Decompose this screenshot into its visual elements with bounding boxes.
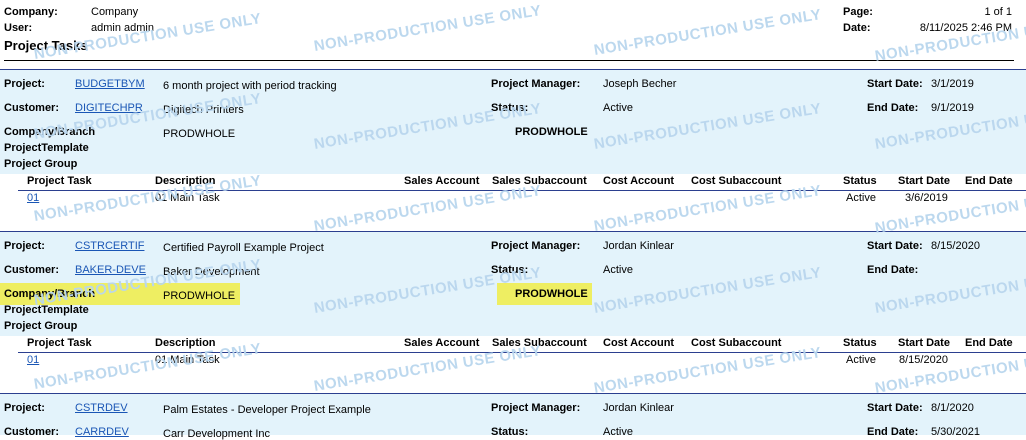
customer-name: Baker Development bbox=[163, 266, 260, 278]
watermark-text: NON-PRODUCTION USE ONLY bbox=[32, 10, 263, 63]
col-sales-subaccount: Sales Subaccount bbox=[492, 175, 587, 187]
task-id-link[interactable]: 01 bbox=[27, 354, 39, 366]
start-date-value: 3/1/2019 bbox=[931, 78, 974, 90]
task-status: Active bbox=[846, 354, 876, 366]
task-start-date: 3/6/2019 bbox=[905, 192, 948, 204]
col-description: Description bbox=[155, 175, 216, 187]
start-date-label: Start Date: bbox=[867, 240, 923, 252]
status-value: Active bbox=[603, 264, 633, 276]
company-label: Company: bbox=[4, 6, 58, 18]
project-manager-label: Project Manager: bbox=[491, 240, 581, 252]
company-branch-value: PRODWHOLE bbox=[163, 128, 236, 140]
company-branch-label: Company/Branch bbox=[4, 126, 96, 138]
col-status: Status bbox=[843, 337, 877, 349]
col-sales-account: Sales Account bbox=[404, 175, 480, 187]
task-description: 01 Main Task bbox=[155, 354, 220, 366]
project-label: Project: bbox=[4, 402, 45, 414]
page-value: 1 of 1 bbox=[984, 6, 1012, 18]
col-project-task: Project Task bbox=[27, 337, 92, 349]
status-label: Status: bbox=[491, 264, 529, 276]
user-value: admin admin bbox=[91, 22, 154, 34]
col-sales-subaccount: Sales Subaccount bbox=[492, 337, 587, 349]
watermark-text: NON-PRODUCTION USE ONLY bbox=[312, 2, 543, 55]
status-label: Status: bbox=[491, 102, 529, 114]
branch-value-right: PRODWHOLE bbox=[515, 288, 588, 300]
col-status: Status bbox=[843, 175, 877, 187]
status-label: Status: bbox=[491, 426, 529, 438]
col-end-date: End Date bbox=[965, 175, 1013, 187]
customer-id-link[interactable]: DIGITECHPR bbox=[75, 102, 143, 114]
project-template-label: ProjectTemplate bbox=[4, 304, 89, 316]
customer-label: Customer: bbox=[4, 264, 60, 276]
start-date-label: Start Date: bbox=[867, 402, 923, 414]
company-branch-label: Company/Branch bbox=[4, 288, 96, 300]
customer-label: Customer: bbox=[4, 426, 60, 438]
page-label: Page: bbox=[843, 6, 873, 18]
date-label: Date: bbox=[843, 22, 871, 34]
branch-value-right: PRODWHOLE bbox=[515, 126, 588, 138]
project-label: Project: bbox=[4, 240, 45, 252]
start-date-label: Start Date: bbox=[867, 78, 923, 90]
project-manager-value: Jordan Kinlear bbox=[603, 402, 674, 414]
project-manager-label: Project Manager: bbox=[491, 78, 581, 90]
project-label: Project: bbox=[4, 78, 45, 90]
end-date-label: End Date: bbox=[867, 102, 919, 114]
project-manager-value: Jordan Kinlear bbox=[603, 240, 674, 252]
header-rule bbox=[4, 60, 1014, 61]
project-id-link[interactable]: BUDGETBYM bbox=[75, 78, 145, 90]
company-branch-value: PRODWHOLE bbox=[163, 290, 236, 302]
project-template-label: ProjectTemplate bbox=[4, 142, 89, 154]
start-date-value: 8/1/2020 bbox=[931, 402, 974, 414]
col-cost-account: Cost Account bbox=[603, 337, 675, 349]
col-cost-subaccount: Cost Subaccount bbox=[691, 175, 782, 187]
task-status: Active bbox=[846, 192, 876, 204]
project-manager-label: Project Manager: bbox=[491, 402, 581, 414]
report-title: Project Tasks bbox=[4, 38, 88, 53]
user-label: User: bbox=[4, 22, 33, 34]
customer-name: Digitech Printers bbox=[163, 104, 244, 116]
status-value: Active bbox=[603, 102, 633, 114]
col-project-task: Project Task bbox=[27, 175, 92, 187]
project-manager-value: Joseph Becher bbox=[603, 78, 677, 90]
customer-label: Customer: bbox=[4, 102, 60, 114]
col-cost-account: Cost Account bbox=[603, 175, 675, 187]
watermark-text: NON-PRODUCTION USE ONLY bbox=[592, 6, 823, 59]
task-start-date: 8/15/2020 bbox=[899, 354, 948, 366]
col-description: Description bbox=[155, 337, 216, 349]
date-value: 8/11/2025 2:46 PM bbox=[919, 22, 1012, 34]
col-end-date: End Date bbox=[965, 337, 1013, 349]
end-date-label: End Date: bbox=[867, 426, 919, 438]
project-group-label: Project Group bbox=[4, 320, 78, 332]
project-id-link[interactable]: CSTRDEV bbox=[75, 402, 128, 414]
project-id-link[interactable]: CSTRCERTIF bbox=[75, 240, 144, 252]
watermark-text: NON-PRODUCTION USE ONLY bbox=[873, 12, 1026, 65]
task-description: 01 Main Task bbox=[155, 192, 220, 204]
col-start-date: Start Date bbox=[898, 337, 950, 349]
project-description: Certified Payroll Example Project bbox=[163, 242, 324, 254]
project-description: Palm Estates - Developer Project Example bbox=[163, 404, 371, 416]
status-value: Active bbox=[603, 426, 633, 438]
start-date-value: 8/15/2020 bbox=[931, 240, 980, 252]
customer-name: Carr Development Inc bbox=[163, 428, 270, 440]
company-value: Company bbox=[91, 6, 139, 18]
end-date-value: 5/30/2021 bbox=[931, 426, 980, 438]
project-group-label: Project Group bbox=[4, 158, 78, 170]
project-description: 6 month project with period tracking bbox=[163, 80, 337, 92]
customer-id-link[interactable]: BAKER-DEVE bbox=[75, 264, 146, 276]
end-date-value: 9/1/2019 bbox=[931, 102, 974, 114]
col-start-date: Start Date bbox=[898, 175, 950, 187]
end-date-label: End Date: bbox=[867, 264, 919, 276]
task-id-link[interactable]: 01 bbox=[27, 192, 39, 204]
col-cost-subaccount: Cost Subaccount bbox=[691, 337, 782, 349]
col-sales-account: Sales Account bbox=[404, 337, 480, 349]
customer-id-link[interactable]: CARRDEV bbox=[75, 426, 129, 438]
